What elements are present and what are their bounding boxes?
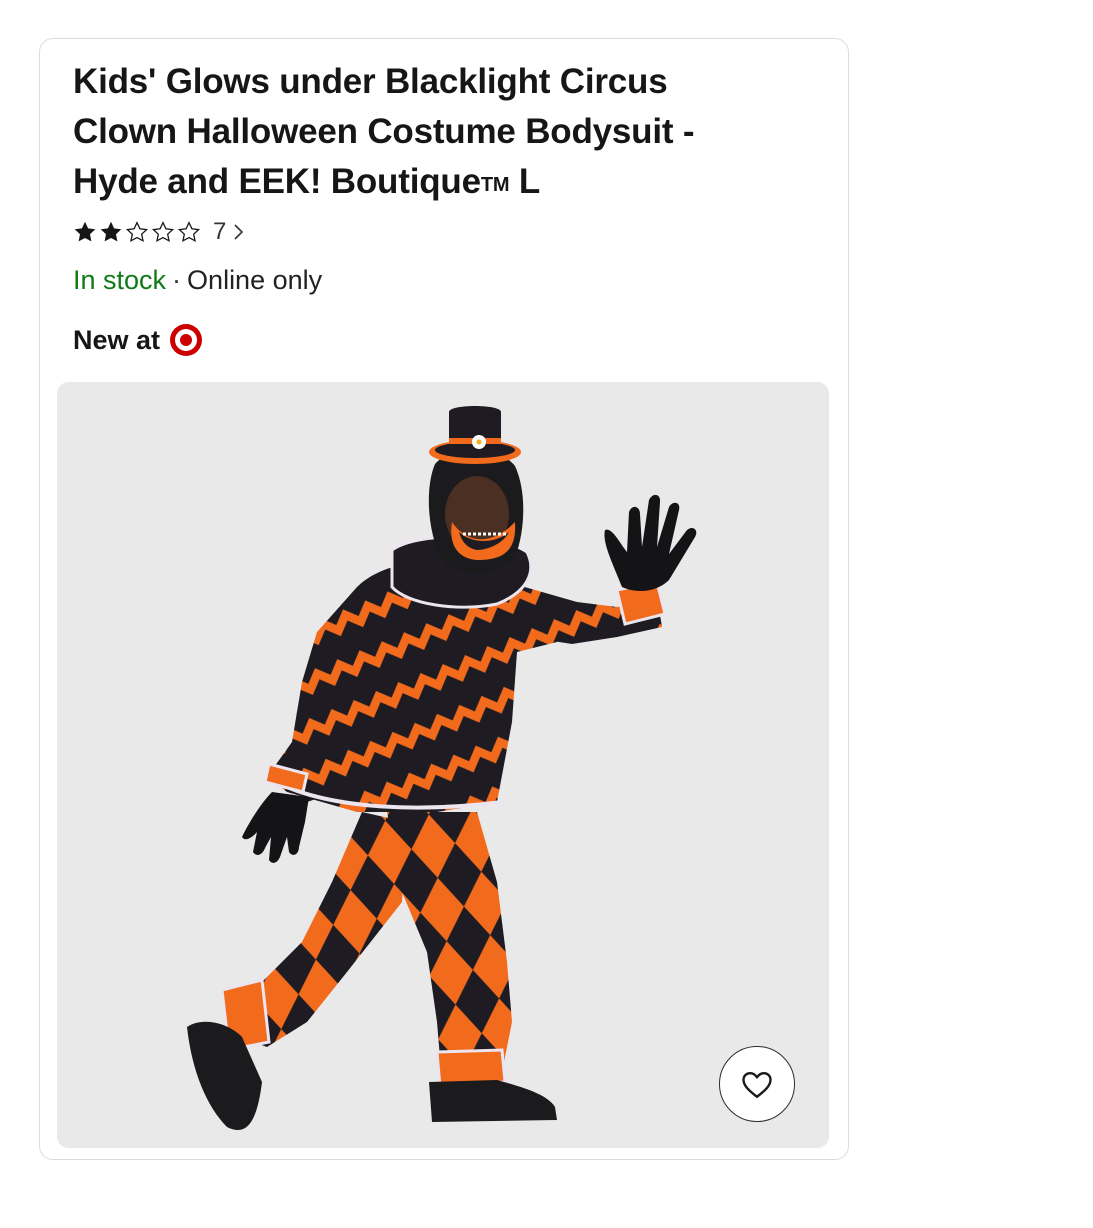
product-image[interactable] <box>57 382 829 1148</box>
new-at-label: New at <box>73 324 161 355</box>
product-title[interactable]: Kids' Glows under Blacklight Circus Clow… <box>73 57 813 210</box>
heart-outline-icon <box>742 1072 772 1098</box>
rating-summary[interactable]: 7 <box>73 217 246 247</box>
product-card[interactable]: Kids' Glows under Blacklight Circus Clow… <box>39 38 849 1160</box>
star-empty-icon <box>177 221 201 243</box>
star-empty-icon <box>151 221 175 243</box>
product-image-container[interactable] <box>57 382 829 1148</box>
product-title-line-3: Hyde and EEK! Boutique <box>73 162 481 201</box>
new-at-badge: New at <box>73 322 204 358</box>
trademark-mark: TM <box>480 174 510 196</box>
target-bullseye-logo <box>170 324 203 356</box>
star-empty-icon <box>125 221 149 243</box>
star-filled-icon <box>100 221 122 242</box>
chevron-right-icon[interactable] <box>232 222 246 242</box>
product-title-line-1: Kids' Glows under Blacklight Circus <box>73 62 668 101</box>
star-filled-icon <box>74 221 96 242</box>
stock-status: In stock <box>73 265 167 295</box>
availability-line: In stock · Online only <box>73 263 322 297</box>
product-title-line-2: Clown Halloween Costume Bodysuit - <box>73 112 695 151</box>
fulfillment-type: Online only <box>187 265 323 295</box>
review-count[interactable]: 7 <box>213 218 226 246</box>
product-size: L <box>518 162 541 201</box>
separator-dot: · <box>172 265 182 295</box>
star-rating <box>73 220 203 244</box>
favorite-button[interactable] <box>719 1046 795 1122</box>
